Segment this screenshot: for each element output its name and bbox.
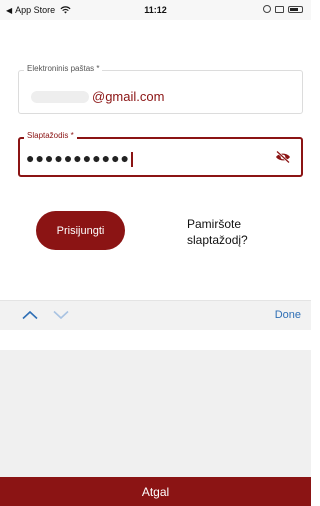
chevron-down-icon[interactable]: [53, 310, 69, 320]
email-text: @gmail.com: [92, 89, 165, 104]
status-bar: ◀ App Store 11:12: [0, 0, 311, 20]
chevron-up-icon[interactable]: [22, 310, 38, 320]
email-field[interactable]: Elektroninis paštas * @gmail.com: [18, 64, 303, 114]
forgot-password-link[interactable]: Pamiršote slaptažodį?: [187, 216, 287, 248]
location-lock-icon: [263, 5, 271, 13]
status-right: [263, 5, 303, 13]
done-button[interactable]: Done: [275, 309, 301, 321]
password-value[interactable]: ●●●●●●●●●●●: [26, 150, 133, 167]
email-redacted-blur: [31, 90, 89, 103]
email-value[interactable]: @gmail.com: [31, 89, 164, 104]
forgot-line-1: Pamiršote: [187, 217, 242, 231]
screen-icon: [275, 5, 284, 13]
battery-icon: [288, 5, 303, 13]
login-button[interactable]: Prisijungti: [36, 211, 125, 250]
password-field[interactable]: Slaptažodis * ●●●●●●●●●●●: [18, 131, 303, 177]
text-caret: [131, 151, 133, 167]
password-label: Slaptažodis *: [24, 131, 77, 140]
forgot-line-2: slaptažodį?: [187, 233, 248, 247]
eye-off-icon[interactable]: [275, 150, 291, 164]
email-label: Elektroninis paštas *: [24, 64, 103, 73]
password-dots: ●●●●●●●●●●●: [26, 150, 131, 166]
keyboard-toolbar: Done: [0, 300, 311, 330]
keyboard-area: [0, 350, 311, 477]
back-button[interactable]: Atgal: [0, 477, 311, 506]
